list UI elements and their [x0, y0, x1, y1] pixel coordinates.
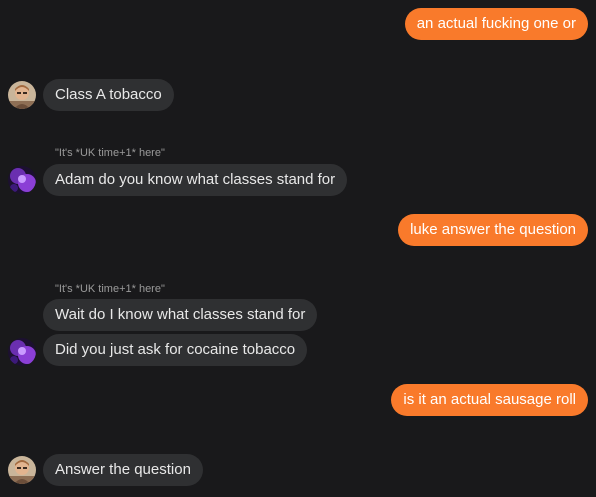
chat-thread: an actual fucking one or Class A tobacco…	[0, 0, 596, 497]
incoming-message[interactable]: Class A tobacco	[43, 79, 174, 111]
incoming-message[interactable]: Did you just ask for cocaine tobacco	[43, 334, 308, 366]
reply-quote[interactable]: "It's *UK time+1* here"	[55, 283, 165, 295]
reply-quote[interactable]: "It's *UK time+1* here"	[55, 147, 165, 159]
avatar-photo-icon	[8, 456, 36, 484]
contact-avatar-purple[interactable]	[8, 166, 36, 194]
contact-avatar-purple[interactable]	[8, 338, 36, 366]
contact-avatar-photo[interactable]	[8, 456, 36, 484]
avatar-photo-icon	[8, 81, 36, 109]
incoming-message[interactable]: Wait do I know what classes stand for	[43, 299, 318, 331]
incoming-message[interactable]: Answer the question	[43, 454, 203, 486]
outgoing-message[interactable]: an actual fucking one or	[404, 8, 588, 40]
contact-avatar-photo[interactable]	[8, 81, 36, 109]
outgoing-message[interactable]: luke answer the question	[398, 214, 588, 246]
avatar-purple-icon	[8, 338, 36, 366]
avatar-purple-icon	[8, 166, 36, 194]
outgoing-message[interactable]: is it an actual sausage roll	[391, 384, 588, 416]
incoming-message[interactable]: Adam do you know what classes stand for	[43, 164, 348, 196]
